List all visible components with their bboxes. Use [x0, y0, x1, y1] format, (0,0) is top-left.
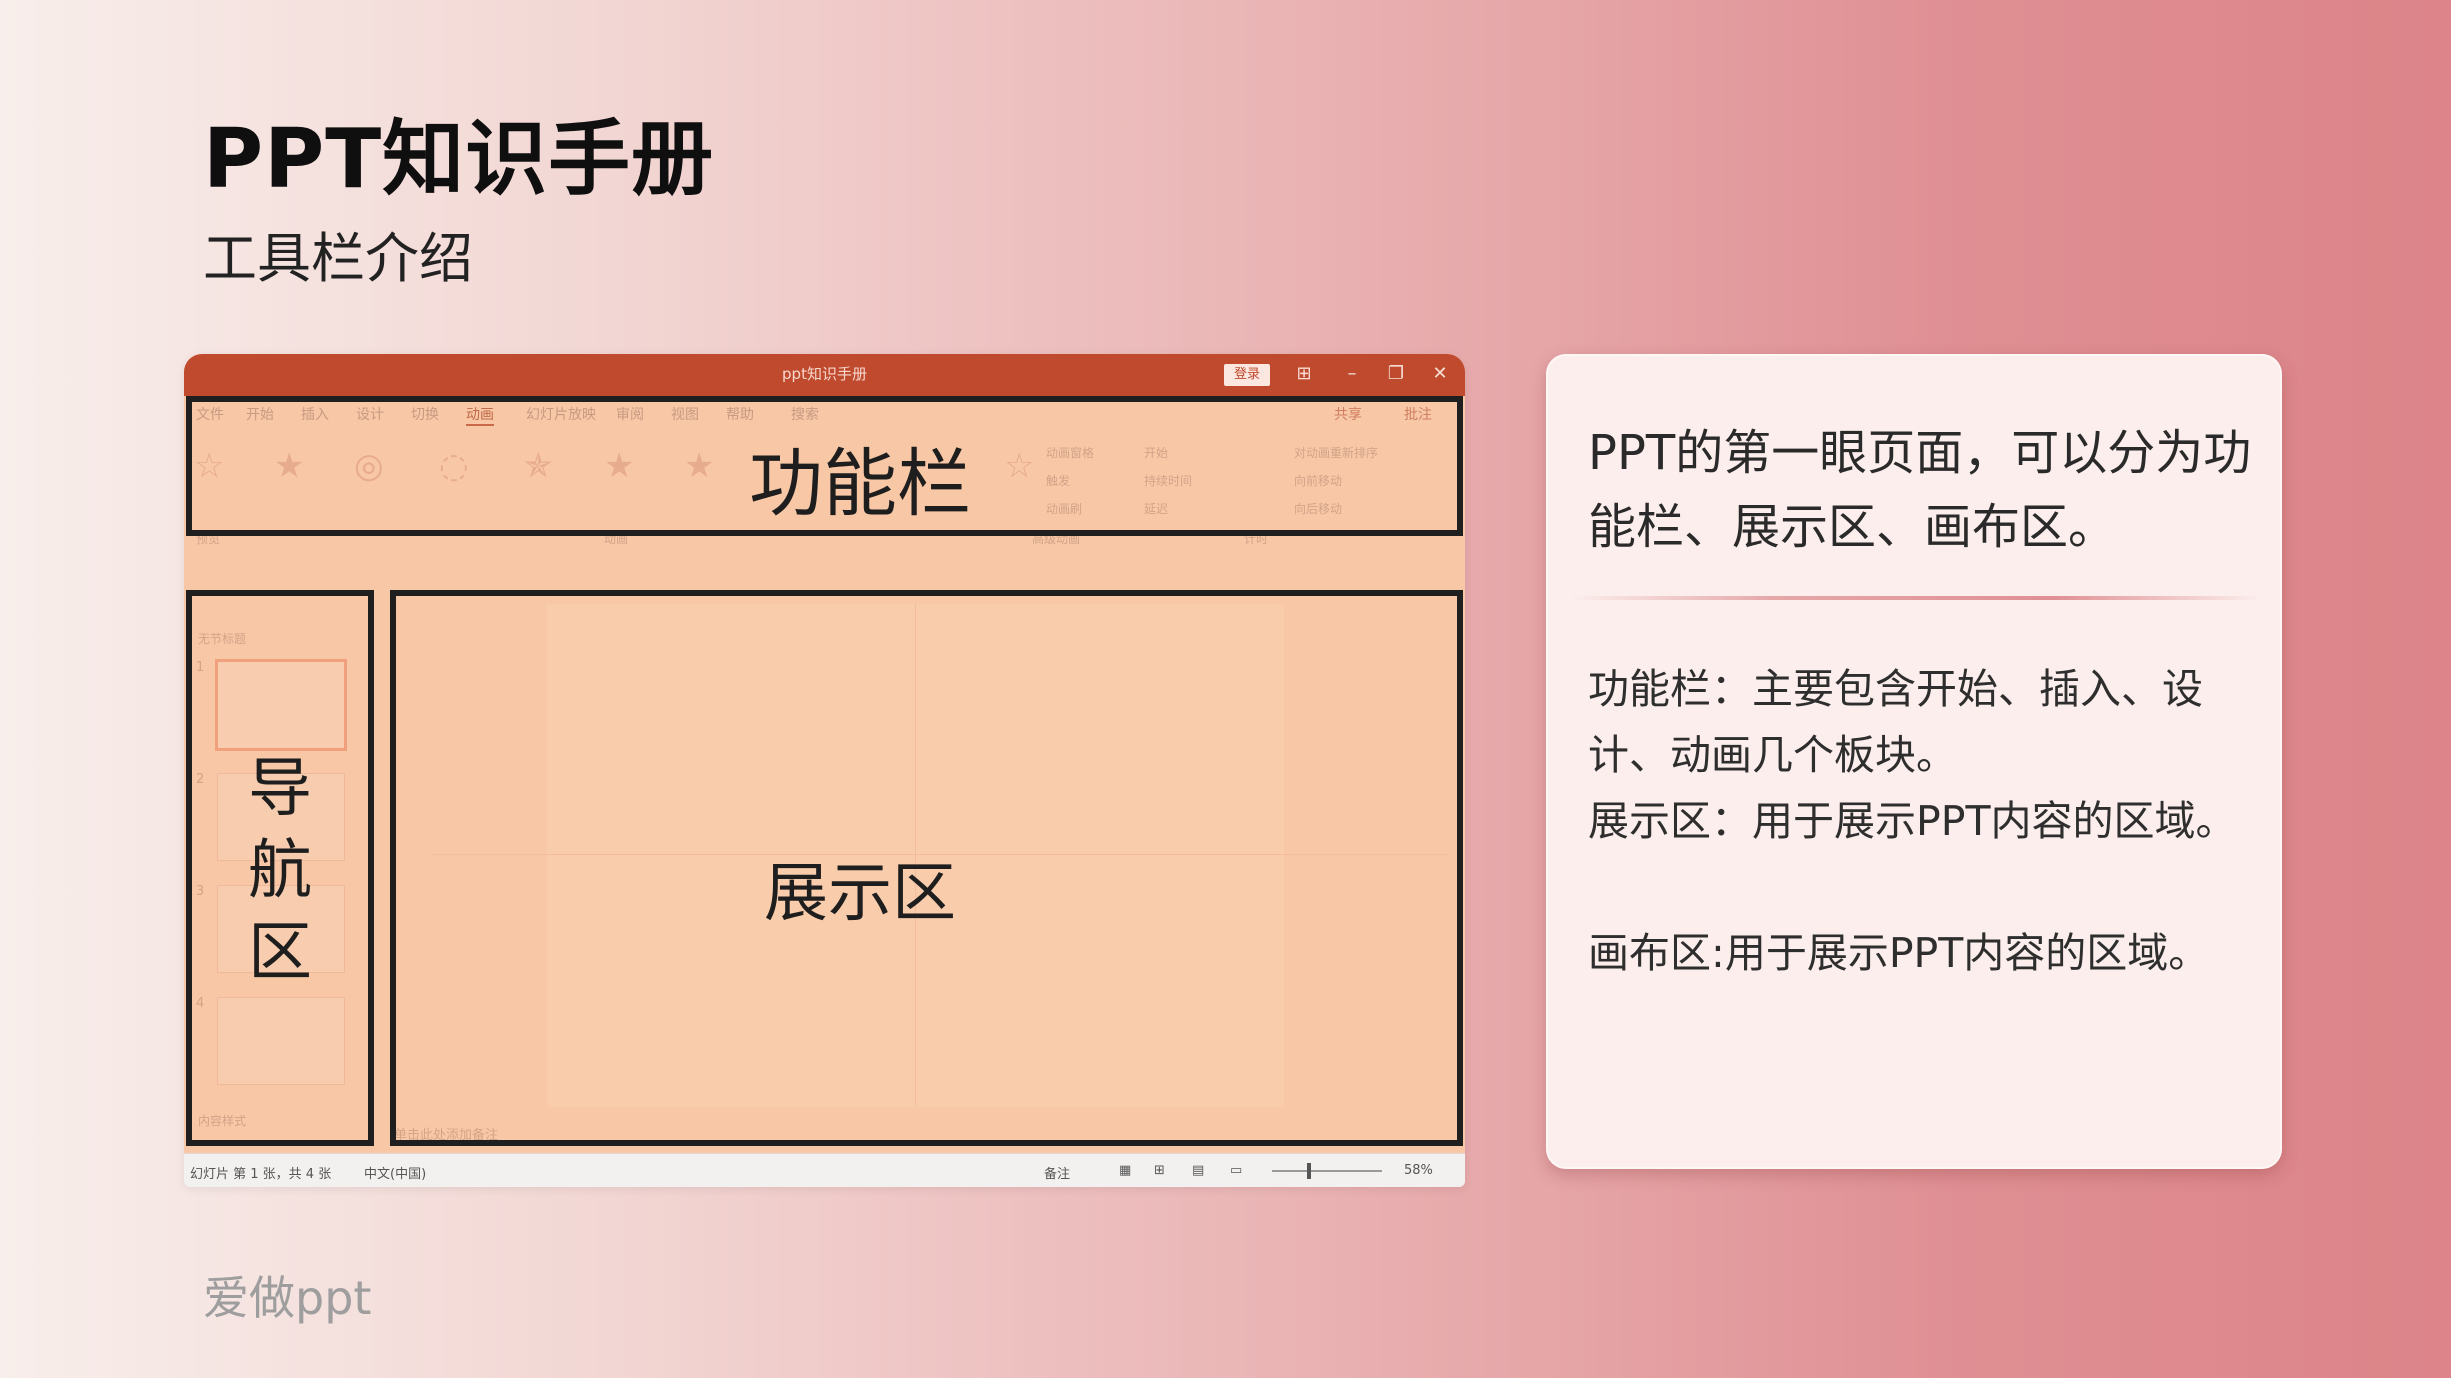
nav-region-label: 导 航 区 [240, 748, 320, 994]
ppt-window-screenshot: ppt知识手册 登录 ⊞ – ❐ ✕ 文件 开始 插入 设计 切换 动画 幻灯片… [184, 354, 1465, 1187]
card-lead-text: PPT的第一眼页面，可以分为功能栏、展示区、画布区。 [1588, 425, 2252, 555]
ribbon-display-icon[interactable]: ⊞ [1292, 362, 1316, 386]
window-title: ppt知识手册 [782, 365, 867, 383]
footer-brand: 爱做ppt [203, 1271, 372, 1325]
minimize-icon[interactable]: – [1340, 362, 1364, 386]
slide-sorter-icon[interactable]: ⊞ [1154, 1163, 1165, 1178]
zoom-level[interactable]: 58% [1404, 1163, 1433, 1178]
close-icon[interactable]: ✕ [1428, 362, 1452, 386]
slide-subtitle: 工具栏介绍 [203, 227, 473, 290]
nav-label-char: 航 [248, 834, 312, 908]
card-paragraph-ribbon: 功能栏：主要包含开始、插入、设计、动画几个板块。 [1588, 665, 2203, 779]
slideshow-icon[interactable]: ▭ [1230, 1163, 1242, 1178]
card-divider [1570, 596, 2260, 600]
language-indicator[interactable]: 中文(中国) [364, 1163, 426, 1182]
ribbon-region-label: 功能栏 [749, 441, 971, 527]
reading-view-icon[interactable]: ▤ [1192, 1163, 1204, 1178]
slide-title: PPT知识手册 [203, 112, 715, 207]
zoom-slider-thumb[interactable] [1307, 1163, 1311, 1179]
normal-view-icon[interactable]: ▦ [1119, 1163, 1131, 1178]
description-card: PPT的第一眼页面，可以分为功能栏、展示区、画布区。 功能栏：主要包含开始、插入… [1546, 354, 2282, 1169]
status-bar: 幻灯片 第 1 张，共 4 张 中文(中国) 备注 ▦ ⊞ ▤ ▭ 58% [184, 1153, 1465, 1187]
card-paragraph-canvas: 画布区:用于展示PPT内容的区域。 [1588, 929, 2210, 977]
slide-count: 幻灯片 第 1 张，共 4 张 [190, 1167, 332, 1182]
zoom-slider[interactable] [1272, 1170, 1382, 1172]
nav-label-char: 导 [248, 752, 312, 826]
nav-label-char: 区 [248, 916, 312, 990]
notes-button[interactable]: 备注 [1044, 1163, 1070, 1182]
window-titlebar: ppt知识手册 登录 ⊞ – ❐ ✕ [184, 354, 1465, 396]
display-region-label: 展示区 [764, 857, 956, 931]
restore-icon[interactable]: ❐ [1384, 362, 1408, 386]
login-button[interactable]: 登录 [1224, 364, 1270, 386]
card-paragraph-display: 展示区：用于展示PPT内容的区域。 [1588, 797, 2237, 845]
